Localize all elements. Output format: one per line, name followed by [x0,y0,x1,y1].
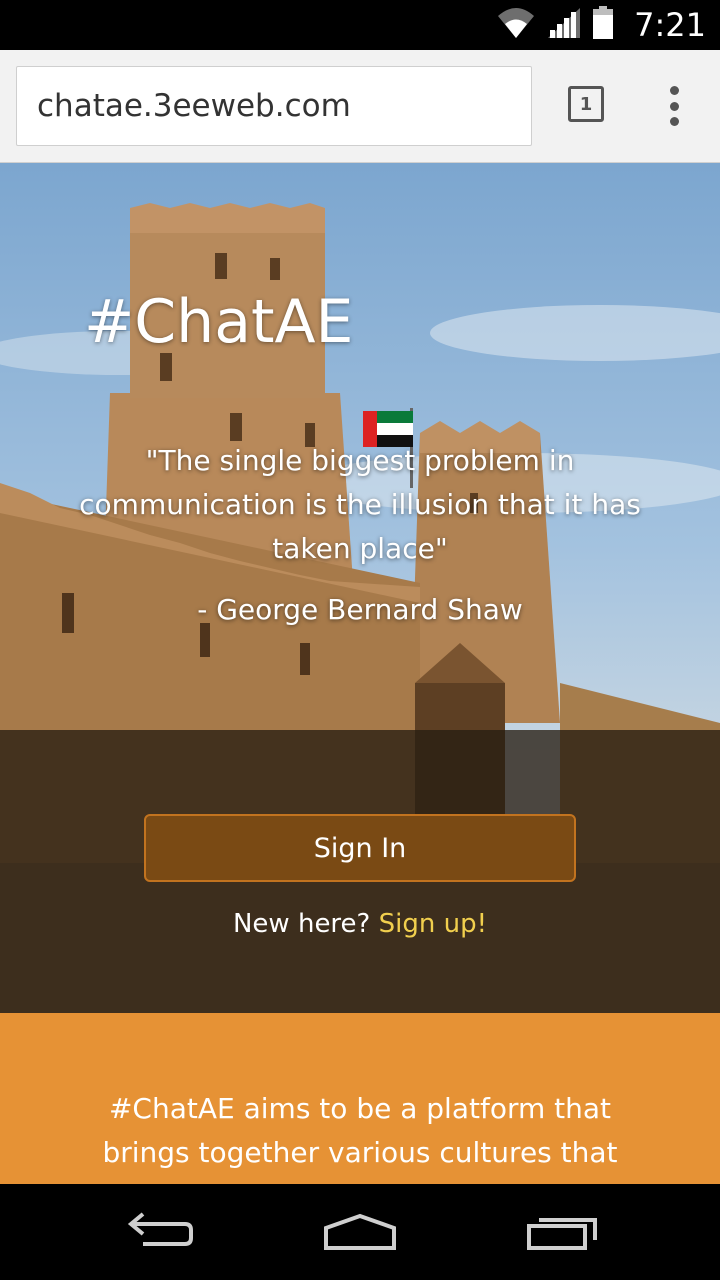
signup-line: New here? Sign up! [0,909,720,939]
tab-switcher-button[interactable]: 1 [568,86,604,122]
sign-in-button[interactable]: Sign In [144,814,576,882]
system-nav-bar [0,1184,720,1280]
url-text: chatae.3eeweb.com [37,88,351,124]
wifi-icon [496,6,536,44]
about-text: #ChatAE aims to be a platform that bring… [102,1092,618,1169]
hero-title: #ChatAE [84,287,354,357]
hero-quote: "The single biggest problem in communica… [79,444,641,565]
hero-section: #ChatAE "The single biggest problem in c… [0,163,720,1013]
about-section: #ChatAE aims to be a platform that bring… [0,1013,720,1184]
phone-screen: 7:21 chatae.3eeweb.com 1 #ChatAE "The si… [0,0,720,1280]
home-icon[interactable] [320,1204,400,1260]
url-bar[interactable]: chatae.3eeweb.com [16,66,532,146]
browser-toolbar: chatae.3eeweb.com 1 [0,50,720,163]
sign-in-label: Sign In [313,832,407,864]
status-time: 7:21 [634,6,706,44]
tab-count: 1 [579,93,593,115]
cell-signal-icon [546,6,582,44]
quote-author: - George Bernard Shaw [197,593,523,626]
sign-up-link[interactable]: Sign up! [379,909,487,939]
status-bar: 7:21 [0,0,720,50]
status-icons: 7:21 [496,0,720,50]
overflow-menu-icon[interactable] [660,86,688,126]
recent-apps-icon[interactable] [522,1204,602,1260]
signup-prompt: New here? [232,909,371,939]
back-icon[interactable] [120,1204,200,1260]
battery-icon [592,6,614,44]
